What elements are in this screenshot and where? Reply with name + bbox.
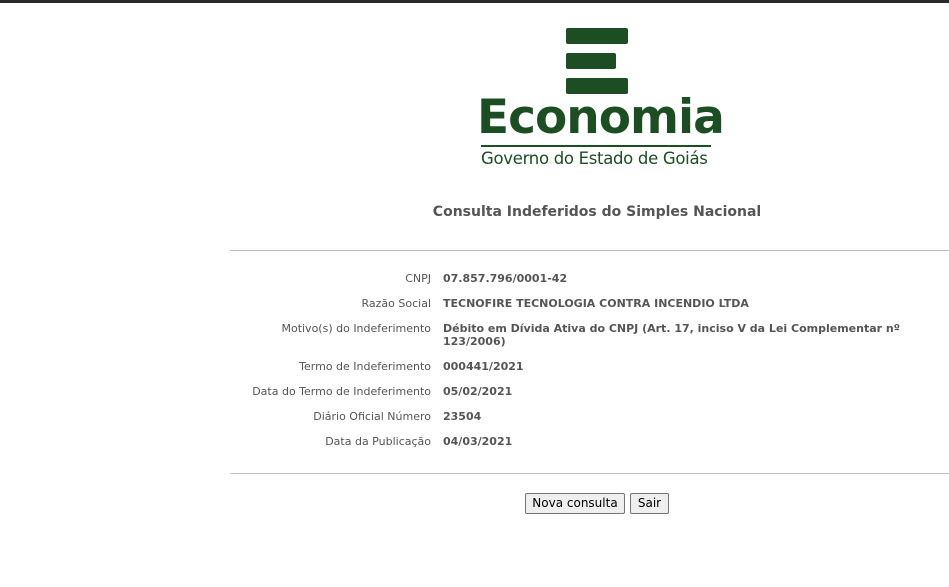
- detail-label: Diário Oficial Número: [313, 410, 431, 423]
- detail-label: Data do Termo de Indeferimento: [252, 385, 431, 398]
- detail-value: 04/03/2021: [443, 435, 513, 448]
- page-title: Consulta Indeferidos do Simples Nacional: [432, 204, 762, 220]
- divider-bottom: [230, 473, 949, 474]
- detail-value: TECNOFIRE TECNOLOGIA CONTRA INCENDIO LTD…: [443, 297, 749, 310]
- detail-value: Débito em Dívida Ativa do CNPJ (Art. 17,…: [443, 322, 900, 348]
- logo-subtitle: Governo do Estado de Goiás: [481, 149, 708, 168]
- exit-button[interactable]: Sair: [630, 493, 669, 514]
- logo-wordmark: Economia: [477, 90, 725, 145]
- divider-top: [230, 250, 949, 251]
- economia-logo: Economia Governo do Estado de Goiás: [0, 0, 949, 180]
- detail-value: 05/02/2021: [443, 385, 513, 398]
- detail-label: Motivo(s) do Indeferimento: [281, 322, 431, 335]
- detail-label: Razão Social: [361, 297, 432, 310]
- detail-value: 23504: [443, 410, 482, 423]
- detail-label: Data da Publicação: [325, 435, 431, 448]
- detail-label: CNPJ: [405, 272, 431, 285]
- logo-bar-middle: [566, 53, 616, 69]
- logo-bar-top: [566, 28, 628, 44]
- detail-label: Termo de Indeferimento: [299, 360, 431, 373]
- detail-value: 07.857.796/0001-42: [443, 272, 568, 285]
- detail-value: 000441/2021: [443, 360, 524, 373]
- logo-rule: [481, 145, 711, 147]
- new-query-button[interactable]: Nova consulta: [525, 493, 625, 514]
